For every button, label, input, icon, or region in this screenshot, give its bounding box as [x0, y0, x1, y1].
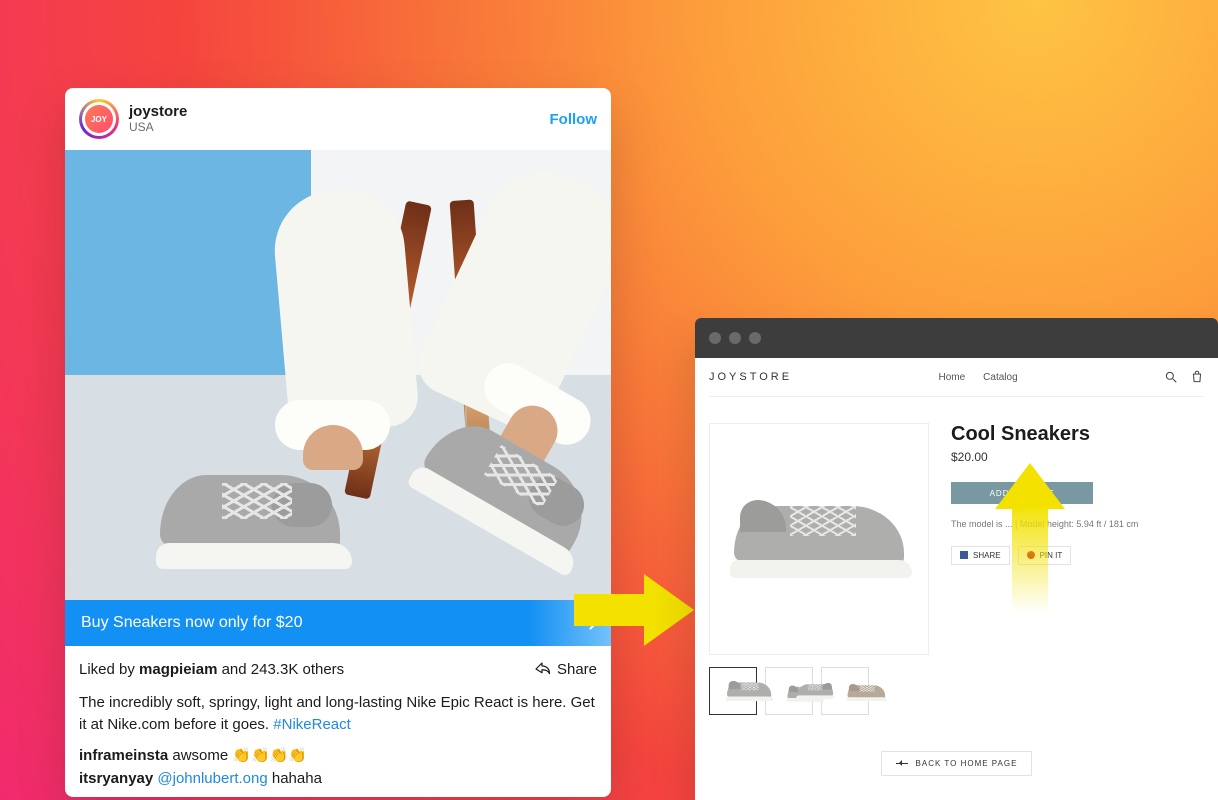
social-post-card: JOY joystore USA Follow Buy Sneakers now… [65, 88, 611, 797]
product-gallery [709, 423, 929, 715]
cart-icon[interactable] [1190, 370, 1204, 384]
share-arrow-icon [533, 660, 551, 678]
share-facebook-button[interactable]: SHARE [951, 546, 1010, 565]
post-caption: The incredibly soft, springy, light and … [79, 692, 597, 736]
product-description: The model is ... | Model height: 5.94 ft… [951, 518, 1204, 532]
post-body: Liked by magpieiam and 243.3K others Sha… [65, 646, 611, 797]
store-browser-window: JOYSTORE Home Catalog [695, 318, 1218, 800]
product-details: Cool Sneakers $20.00 ADD TO CART The mod… [951, 423, 1204, 715]
product-title: Cool Sneakers [951, 423, 1204, 446]
user-block: joystore USA [129, 103, 540, 134]
product-area: Cool Sneakers $20.00 ADD TO CART The mod… [709, 397, 1204, 715]
chevron-right-icon [584, 617, 597, 630]
cta-text: Buy Sneakers now only for $20 [81, 614, 302, 632]
store-nav: Home Catalog [938, 372, 1017, 383]
nav-home[interactable]: Home [938, 372, 965, 383]
pinterest-icon [1027, 551, 1035, 559]
comment-user[interactable]: inframeinsta [79, 747, 168, 764]
search-icon[interactable] [1164, 370, 1178, 384]
comment: itsryanyay @johnlubert.ong hahaha [79, 770, 597, 787]
facebook-icon [960, 551, 968, 559]
location[interactable]: USA [129, 121, 540, 135]
store-logo[interactable]: JOYSTORE [709, 371, 792, 383]
back-to-home-button[interactable]: BACK TO HOME PAGE [881, 751, 1033, 776]
thumbnail[interactable] [765, 667, 813, 715]
mention-link[interactable]: @johnlubert.ong [157, 770, 267, 787]
hashtag-link[interactable]: #NikeReact [273, 716, 351, 733]
sneaker-left-icon [160, 475, 340, 551]
post-header: JOY joystore USA Follow [65, 88, 611, 150]
browser-titlebar [695, 318, 1218, 358]
product-main-image[interactable] [709, 423, 929, 655]
username[interactable]: joystore [129, 103, 540, 120]
avatar[interactable]: JOY [79, 99, 119, 139]
follow-button[interactable]: Follow [550, 111, 598, 128]
window-dot-icon[interactable] [729, 332, 741, 344]
thumbnail[interactable] [709, 667, 757, 715]
post-image[interactable] [65, 150, 611, 600]
avatar-logo: JOY [85, 105, 113, 133]
nav-catalog[interactable]: Catalog [983, 372, 1017, 383]
cta-bar[interactable]: Buy Sneakers now only for $20 [65, 600, 611, 646]
share-label: Share [557, 661, 597, 678]
likes-text[interactable]: Liked by magpieiam and 243.3K others [79, 661, 344, 678]
arrow-left-icon [896, 763, 908, 764]
comment-user[interactable]: itsryanyay [79, 770, 153, 787]
product-price: $20.00 [951, 450, 1204, 464]
share-pinterest-button[interactable]: PIN IT [1018, 546, 1072, 565]
sneaker-icon [734, 500, 904, 578]
window-dot-icon[interactable] [749, 332, 761, 344]
share-button[interactable]: Share [533, 660, 597, 678]
add-to-cart-button[interactable]: ADD TO CART [951, 482, 1093, 504]
store-header: JOYSTORE Home Catalog [709, 358, 1204, 397]
comment: inframeinsta awsome 👏👏👏👏 [79, 746, 597, 764]
window-dot-icon[interactable] [709, 332, 721, 344]
